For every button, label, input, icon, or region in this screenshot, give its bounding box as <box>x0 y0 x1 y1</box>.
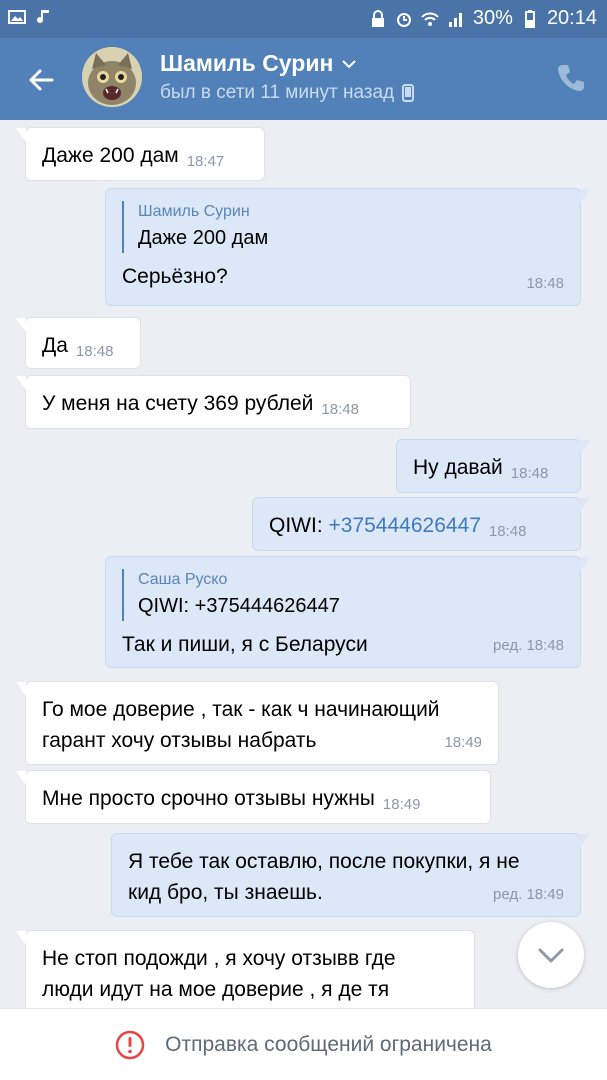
phone-number-link[interactable]: +375444626447 <box>329 514 481 537</box>
message-text: Да <box>42 334 68 357</box>
message-outgoing[interactable]: Саша Руско QIWI: +375444626447 Так и пиш… <box>105 556 590 668</box>
message-time: 18:48 <box>526 275 564 292</box>
scroll-down-button[interactable] <box>518 922 584 988</box>
message-text: Ну давай <box>413 456 503 479</box>
message-time: 18:48 <box>75 343 114 360</box>
contact-status-text: был в сети 11 минут назад <box>160 82 395 103</box>
message-text-line: Го мое доверие , так - как ч начинающий <box>42 698 440 721</box>
cat-avatar-icon <box>82 47 142 107</box>
message-time: 18:48 <box>321 401 359 418</box>
message-outgoing[interactable]: Шамиль Сурин Даже 200 дам Серьёзно? 18:4… <box>105 188 590 306</box>
quote-text: Даже 200 дам <box>138 227 269 249</box>
mobile-phone-icon <box>402 84 415 102</box>
message-incoming[interactable]: Го мое доверие , так - как ч начинающий … <box>16 681 499 765</box>
message-outgoing[interactable]: QIWI: +375444626447 18:48 <box>252 497 590 551</box>
wifi-icon <box>421 12 439 26</box>
avatar[interactable] <box>82 47 142 107</box>
message-list[interactable]: Даже 200 дам 18:47 Шамиль Сурин Даже 200 … <box>0 120 607 1008</box>
battery-percent: 30% <box>472 7 513 29</box>
reply-quote[interactable]: Саша Руско QIWI: +375444626447 <box>122 569 564 621</box>
phone-call-icon[interactable] <box>555 62 587 94</box>
quote-author: Шамиль Сурин <box>138 203 250 220</box>
contact-name[interactable]: Шамиль Сурин <box>160 50 357 77</box>
chevron-down-icon <box>538 948 564 963</box>
restriction-text: Отправка сообщений ограничена <box>165 1032 492 1056</box>
quote-text: QIWI: +375444626447 <box>138 595 340 617</box>
message-text-line: люди идут на мое доверие , я де тя <box>42 978 390 1001</box>
lock-icon <box>371 9 384 27</box>
status-bar: 30% 20:14 <box>0 0 607 38</box>
clock: 20:14 <box>546 7 597 29</box>
message-time: 18:48 <box>510 465 549 482</box>
message-incoming[interactable]: У меня на счету 369 рублей 18:48 <box>16 375 411 429</box>
message-time: 18:49 <box>444 734 482 751</box>
message-time: ред. 18:48 <box>493 637 564 654</box>
warning-icon <box>115 1030 145 1059</box>
message-outgoing[interactable]: Я тебе так оставлю, после покупки, я не … <box>111 833 590 917</box>
message-text-line: Я тебе так оставлю, после покупки, я не <box>128 850 520 873</box>
message-time: 18:47 <box>186 153 225 170</box>
contact-status: был в сети 11 минут назад <box>160 82 415 104</box>
message-incoming[interactable]: Не стоп подожди , я хочу отзывв где люди… <box>16 930 475 1008</box>
signal-icon <box>448 12 462 27</box>
message-time: 18:48 <box>488 523 527 540</box>
message-text: У меня на счету 369 рублей <box>42 392 314 415</box>
quote-author: Саша Руско <box>138 571 228 588</box>
chat-header: Шамиль Сурин был в сети 11 минут назад <box>0 38 607 120</box>
message-incoming[interactable]: Да 18:48 <box>16 317 141 369</box>
contact-name-text: Шамиль Сурин <box>160 50 334 76</box>
message-time: 18:49 <box>382 796 421 813</box>
alarm-icon <box>396 12 411 27</box>
gallery-notification-icon <box>8 10 26 24</box>
message-incoming[interactable]: Даже 200 дам 18:47 <box>16 127 265 181</box>
message-text: Серьёзно? <box>122 265 228 288</box>
message-text-line: гарант хочу отзывы набрать <box>42 729 317 752</box>
message-text-prefix: QIWI: <box>269 514 329 537</box>
music-notification-icon <box>37 10 49 24</box>
message-text-line: Не стоп подожди , я хочу отзывв где <box>42 947 396 970</box>
back-arrow-icon[interactable] <box>22 60 62 100</box>
message-time: ред. 18:49 <box>493 886 564 903</box>
message-text: Мне просто срочно отзывы нужны <box>42 787 375 810</box>
messaging-restricted-bar: Отправка сообщений ограничена <box>0 1008 607 1080</box>
message-incoming[interactable]: Мне просто срочно отзывы нужны 18:49 <box>16 770 491 824</box>
battery-icon <box>524 9 535 28</box>
message-text: Даже 200 дам <box>42 144 179 167</box>
chevron-down-icon <box>342 59 357 68</box>
reply-quote[interactable]: Шамиль Сурин Даже 200 дам <box>122 201 564 253</box>
message-outgoing[interactable]: Ну давай 18:48 <box>396 439 590 493</box>
